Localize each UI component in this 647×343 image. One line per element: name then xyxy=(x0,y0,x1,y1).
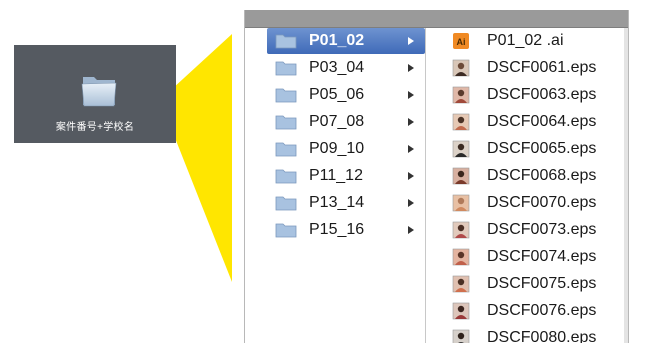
folder-row-p09-10[interactable]: P09_10 xyxy=(267,136,425,162)
folder-row-p01-02[interactable]: P01_02 xyxy=(267,28,425,54)
folder-label: P11_12 xyxy=(309,167,363,184)
folder-icon xyxy=(275,34,297,49)
file-row[interactable]: DSCF0076.eps xyxy=(452,298,596,324)
chevron-right-icon xyxy=(408,91,414,99)
file-row[interactable]: DSCF0073.eps xyxy=(452,217,596,243)
folder-icon xyxy=(275,223,297,238)
folder-row-p05-06[interactable]: P05_06 xyxy=(267,82,425,108)
file-label: DSCF0080.eps xyxy=(487,329,597,343)
file-row[interactable]: DSCF0064.eps xyxy=(452,109,596,135)
folder-column: P01_02 P03_04 P05_06 P07_08 P09_10 P11_1… xyxy=(245,28,425,343)
file-row[interactable]: DSCF0080.eps xyxy=(452,325,596,343)
photo-thumbnail-icon xyxy=(452,248,470,266)
chevron-right-icon xyxy=(408,145,414,153)
file-label: P01_02 .ai xyxy=(487,32,564,49)
file-label: DSCF0068.eps xyxy=(487,167,597,184)
chevron-right-icon xyxy=(408,199,414,207)
folder-row-p15-16[interactable]: P15_16 xyxy=(267,217,425,243)
file-label: DSCF0076.eps xyxy=(487,302,597,319)
file-label: DSCF0070.eps xyxy=(487,194,597,211)
file-row[interactable]: DSCF0074.eps xyxy=(452,244,596,270)
illustrator-file-icon: Ai xyxy=(453,33,469,49)
photo-thumbnail-icon xyxy=(452,194,470,212)
file-row[interactable]: DSCF0061.eps xyxy=(452,55,596,81)
file-label: DSCF0063.eps xyxy=(487,86,597,103)
folder-icon[interactable] xyxy=(80,69,118,109)
photo-thumbnail-icon xyxy=(452,140,470,158)
folder-label: P13_14 xyxy=(309,194,365,211)
chevron-right-icon xyxy=(408,172,414,180)
photo-thumbnail-icon xyxy=(452,59,470,77)
folder-row-p03-04[interactable]: P03_04 xyxy=(267,55,425,81)
chevron-right-icon xyxy=(408,118,414,126)
folder-icon xyxy=(275,196,297,211)
file-row[interactable]: DSCF0065.eps xyxy=(452,136,596,162)
folder-row-p13-14[interactable]: P13_14 xyxy=(267,190,425,216)
file-row[interactable]: DSCF0063.eps xyxy=(452,82,596,108)
folder-row-p07-08[interactable]: P07_08 xyxy=(267,109,425,135)
folder-label: P01_02 xyxy=(309,32,365,49)
file-row[interactable]: DSCF0070.eps xyxy=(452,190,596,216)
photo-thumbnail-icon xyxy=(452,113,470,131)
photo-thumbnail-icon xyxy=(452,302,470,320)
chevron-right-icon xyxy=(408,226,414,234)
folder-icon xyxy=(275,88,297,103)
finder-window: P01_02 P03_04 P05_06 P07_08 P09_10 P11_1… xyxy=(244,10,629,343)
file-row[interactable]: Ai P01_02 .ai xyxy=(452,28,564,54)
chevron-right-icon xyxy=(408,37,414,45)
window-toolbar xyxy=(245,10,628,28)
photo-thumbnail-icon xyxy=(452,86,470,104)
folder-label: P15_16 xyxy=(309,221,365,238)
svg-text:Ai: Ai xyxy=(457,37,466,47)
folder-icon xyxy=(275,142,297,157)
scrollbar[interactable] xyxy=(624,28,628,343)
photo-thumbnail-icon xyxy=(452,329,470,343)
file-label: DSCF0075.eps xyxy=(487,275,597,292)
file-label: DSCF0073.eps xyxy=(487,221,597,238)
photo-thumbnail-icon xyxy=(452,221,470,239)
folder-label: P05_06 xyxy=(309,86,365,103)
folder-row-p11-12[interactable]: P11_12 xyxy=(267,163,425,189)
chevron-right-icon xyxy=(408,64,414,72)
file-column: Ai P01_02 .ai DSCF0061.eps DSCF0063.eps … xyxy=(426,28,628,343)
folder-icon xyxy=(275,169,297,184)
file-row[interactable]: DSCF0068.eps xyxy=(452,163,596,189)
file-label: DSCF0064.eps xyxy=(487,113,597,130)
folder-label: P07_08 xyxy=(309,113,365,130)
file-row[interactable]: DSCF0075.eps xyxy=(452,271,596,297)
desktop-folder-tile[interactable]: 案件番号+学校名 xyxy=(14,45,176,143)
folder-label: P03_04 xyxy=(309,59,365,76)
folder-label: P09_10 xyxy=(309,140,365,157)
photo-thumbnail-icon xyxy=(452,275,470,293)
folder-icon xyxy=(275,61,297,76)
folder-icon xyxy=(275,115,297,130)
file-label: DSCF0074.eps xyxy=(487,248,597,265)
file-label: DSCF0061.eps xyxy=(487,59,597,76)
desktop-folder-label[interactable]: 案件番号+学校名 xyxy=(14,122,176,134)
file-label: DSCF0065.eps xyxy=(487,140,597,157)
photo-thumbnail-icon xyxy=(452,167,470,185)
